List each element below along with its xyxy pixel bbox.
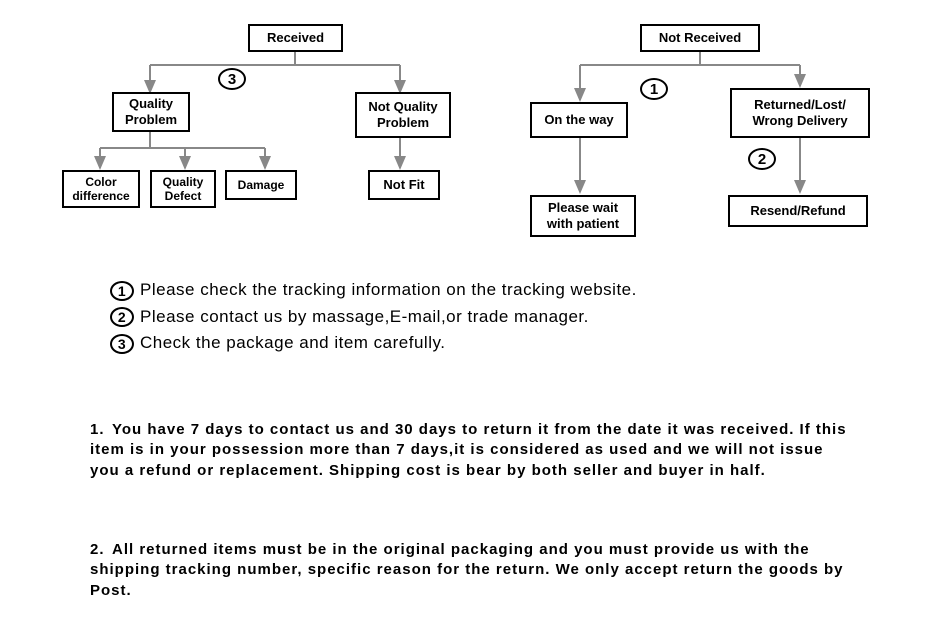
policy-1-text: You have 7 days to contact us and 30 day… (90, 421, 847, 479)
badge-3: 3 (218, 68, 246, 90)
box-not-quality-problem: Not Quality Problem (355, 92, 451, 138)
box-color-difference: Color difference (62, 170, 140, 208)
box-on-the-way: On the way (530, 102, 628, 138)
policy-1: 1.You have 7 days to contact us and 30 d… (90, 420, 850, 481)
box-please-wait: Please wait with patient (530, 195, 636, 237)
legend-num-3: 3 (110, 334, 134, 354)
box-not-fit: Not Fit (368, 170, 440, 200)
badge-2: 2 (748, 148, 776, 170)
legend-text-3: Check the package and item carefully. (140, 333, 445, 352)
legend-line-3: 3 Check the package and item carefully. (110, 333, 637, 354)
legend-num-1: 1 (110, 281, 134, 301)
box-not-received: Not Received (640, 24, 760, 52)
box-damage: Damage (225, 170, 297, 200)
box-quality-defect: Quality Defect (150, 170, 216, 208)
policy-2: 2.All returned items must be in the orig… (90, 540, 850, 601)
legend-line-1: 1 Please check the tracking information o… (110, 280, 637, 301)
legend-num-2: 2 (110, 307, 134, 327)
box-returned-lost: Returned/Lost/ Wrong Delivery (730, 88, 870, 138)
badge-1: 1 (640, 78, 668, 100)
box-received: Received (248, 24, 343, 52)
box-quality-problem: Quality Problem (112, 92, 190, 132)
policy-2-text: All returned items must be in the origin… (90, 541, 844, 599)
legend-text-2: Please contact us by massage,E-mail,or t… (140, 307, 589, 326)
box-resend-refund: Resend/Refund (728, 195, 868, 227)
legend-text-1: Please check the tracking information on… (140, 280, 637, 299)
legend-line-2: 2 Please contact us by massage,E-mail,or … (110, 307, 637, 328)
legend-block: 1 Please check the tracking information o… (110, 280, 637, 360)
